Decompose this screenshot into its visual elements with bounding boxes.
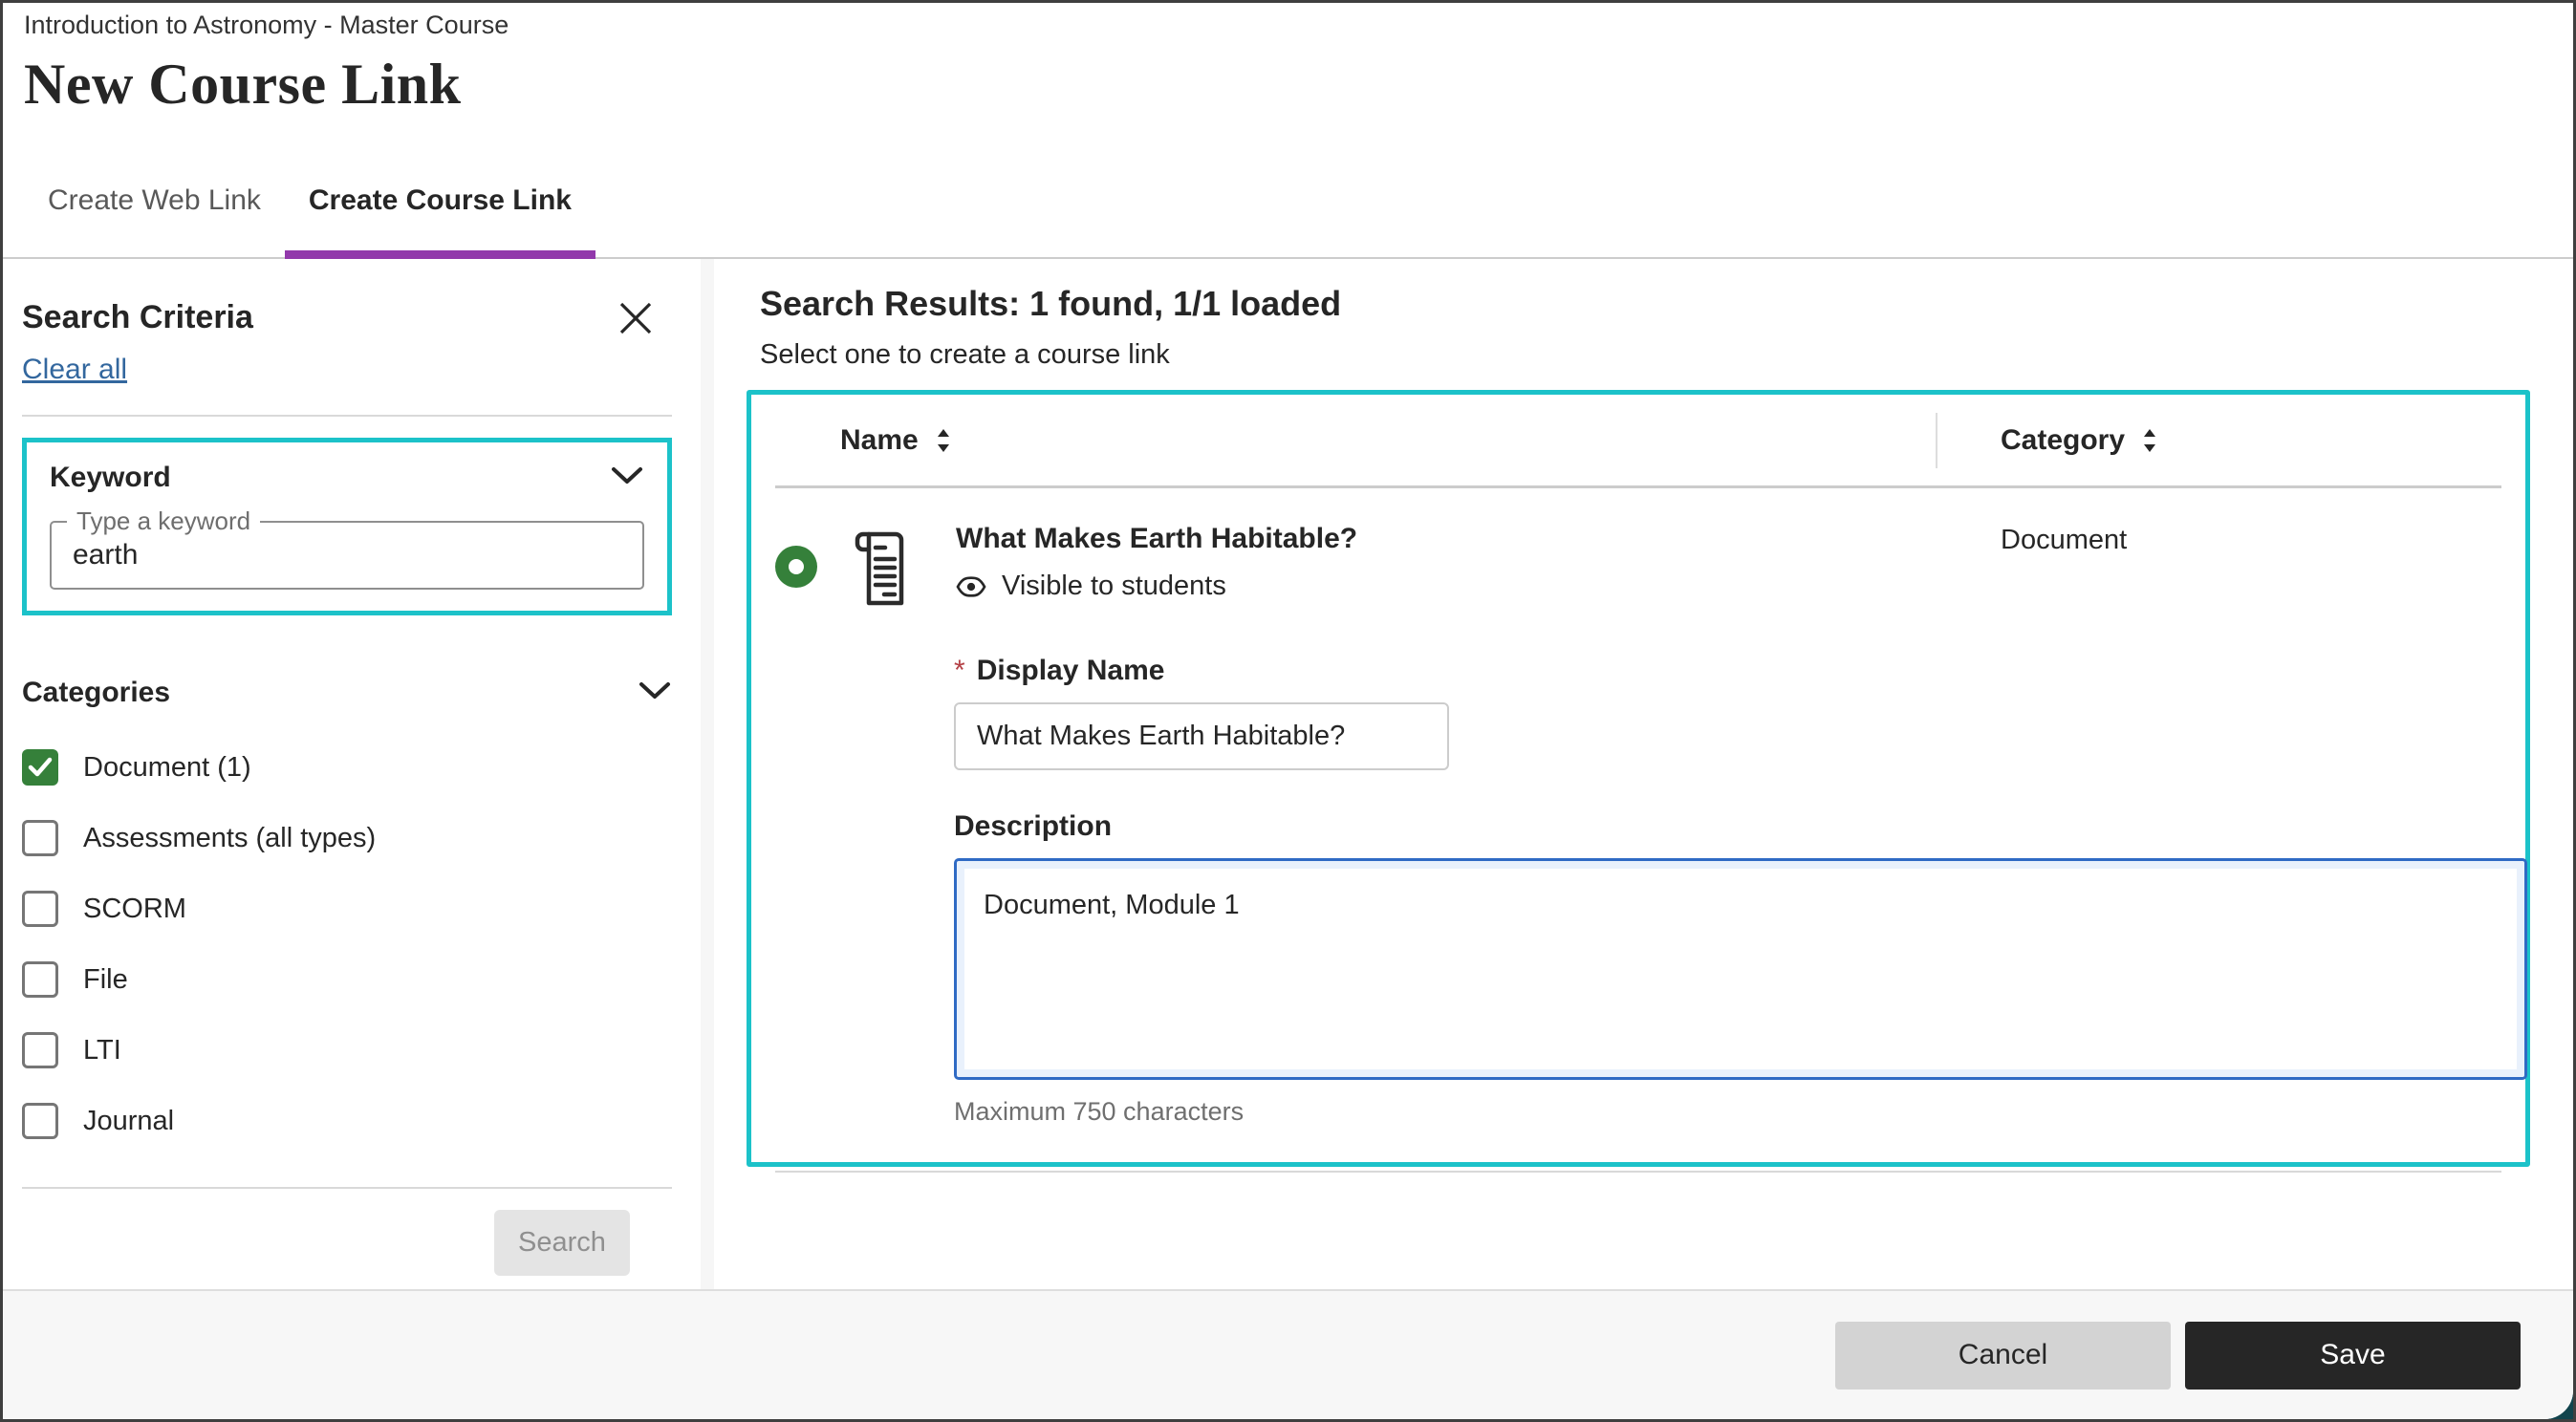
page-title: New Course Link [24,53,462,116]
keyword-section-label: Keyword [50,462,171,493]
save-button[interactable]: Save [2185,1321,2521,1390]
page-header: Introduction to Astronomy - Master Cours… [3,3,2573,144]
display-name-label-text: Display Name [976,655,1165,686]
category-label: File [83,963,128,995]
category-checkbox-journal[interactable]: Journal [22,1086,672,1156]
clear-all-link[interactable]: Clear all [22,354,127,386]
cancel-button[interactable]: Cancel [1835,1321,2171,1390]
tab-create-course-link[interactable]: Create Course Link [284,144,596,259]
column-header-category[interactable]: Category [1937,424,2159,457]
column-category-label: Category [2001,423,2126,456]
new-course-link-panel: Introduction to Astronomy - Master Cours… [3,3,2573,1419]
category-label: LTI [83,1034,121,1066]
unchecked-checkbox-icon[interactable] [22,961,58,998]
unchecked-checkbox-icon[interactable] [22,1032,58,1068]
column-name-label: Name [840,423,919,456]
categories-section: Categories Document (1) Assessments (all… [22,677,672,1156]
tab-create-web-link-label: Create Web Link [48,184,261,216]
document-icon [853,523,906,611]
categories-list: Document (1) Assessments (all types) SCO… [22,732,672,1156]
description-textarea-value[interactable]: Document, Module 1 [964,869,2517,1069]
sort-icon[interactable] [2140,427,2159,454]
results-subtitle: Select one to create a course link [760,339,1170,370]
unchecked-checkbox-icon[interactable] [22,891,58,927]
tab-create-web-link[interactable]: Create Web Link [24,144,285,257]
eye-icon [956,571,986,602]
categories-section-header[interactable]: Categories [22,677,672,709]
search-results-main: Search Results: 1 found, 1/1 loaded Sele… [714,259,2573,1289]
content: Search Criteria Clear all Keyword Type a… [3,259,2573,1289]
tabs-bar: Create Web Link Create Course Link [3,144,2573,259]
checked-checkbox-icon[interactable] [22,749,58,786]
category-label: Document (1) [83,751,251,783]
result-name[interactable]: What Makes Earth Habitable? [956,523,1357,555]
keyword-input[interactable] [52,539,642,571]
sidebar-divider [22,415,672,417]
footer-bar: Cancel Save [3,1289,2573,1419]
display-name-label: * Display Name [954,655,2501,687]
close-button[interactable] [617,299,655,337]
description-hint: Maximum 750 characters [954,1097,1245,1126]
categories-section-label: Categories [22,677,171,708]
category-label: SCORM [83,893,186,924]
search-criteria-header: Search Criteria Clear all [22,299,672,386]
results-table-header: Name Category [775,395,2501,488]
result-row-body: What Makes Earth Habitable? Visible to s… [956,523,1357,611]
tab-create-course-link-label: Create Course Link [308,184,572,216]
keyword-section-highlighted: Keyword Type a keyword [22,438,672,615]
category-checkbox-lti[interactable]: LTI [22,1015,672,1086]
category-checkbox-assessments[interactable]: Assessments (all types) [22,803,672,873]
visibility-status: Visible to students [956,571,1357,602]
selected-radio-button[interactable] [775,546,817,588]
result-row-divider [775,1171,2501,1173]
description-label: Description [954,810,1113,842]
category-label: Assessments (all types) [83,822,377,853]
unchecked-checkbox-icon[interactable] [22,820,58,856]
description-textarea[interactable]: Document, Module 1 [954,858,2527,1080]
keyword-input-label: Type a keyword [67,506,261,536]
keyword-field: Type a keyword [50,506,644,590]
chevron-down-icon [638,680,672,706]
course-link-form: * Display Name Description Document, Mod… [954,655,2527,1127]
category-checkbox-scorm[interactable]: SCORM [22,873,672,944]
display-name-input[interactable] [954,702,1449,770]
radio-wrap [775,523,818,611]
category-checkbox-document[interactable]: Document (1) [22,732,672,803]
chevron-down-icon [610,465,644,491]
category-checkbox-file[interactable]: File [22,944,672,1015]
search-button[interactable]: Search [494,1210,630,1276]
search-criteria-title: Search Criteria [22,299,253,335]
visibility-label: Visible to students [1002,571,1226,601]
screen: Introduction to Astronomy - Master Cours… [0,0,2576,1422]
results-title: Search Results: 1 found, 1/1 loaded [760,284,1342,323]
required-marker: * [954,655,965,686]
close-icon [617,302,655,340]
keyword-section-header[interactable]: Keyword [50,462,644,494]
sidebar-divider [22,1187,672,1189]
breadcrumb: Introduction to Astronomy - Master Cours… [24,11,509,39]
result-row-left: What Makes Earth Habitable? Visible to s… [775,523,2001,611]
results-table-highlighted: Name Category What Makes Earth Habitable… [747,390,2530,1173]
column-header-name[interactable]: Name [775,424,1936,457]
sort-icon[interactable] [934,427,953,454]
result-row: What Makes Earth Habitable? Visible to s… [775,488,2501,611]
category-label: Journal [83,1105,175,1136]
unchecked-checkbox-icon[interactable] [22,1103,58,1139]
search-criteria-sidebar: Search Criteria Clear all Keyword Type a… [3,259,714,1289]
search-button-row: Search [22,1210,672,1276]
result-category: Document [2001,525,2128,555]
